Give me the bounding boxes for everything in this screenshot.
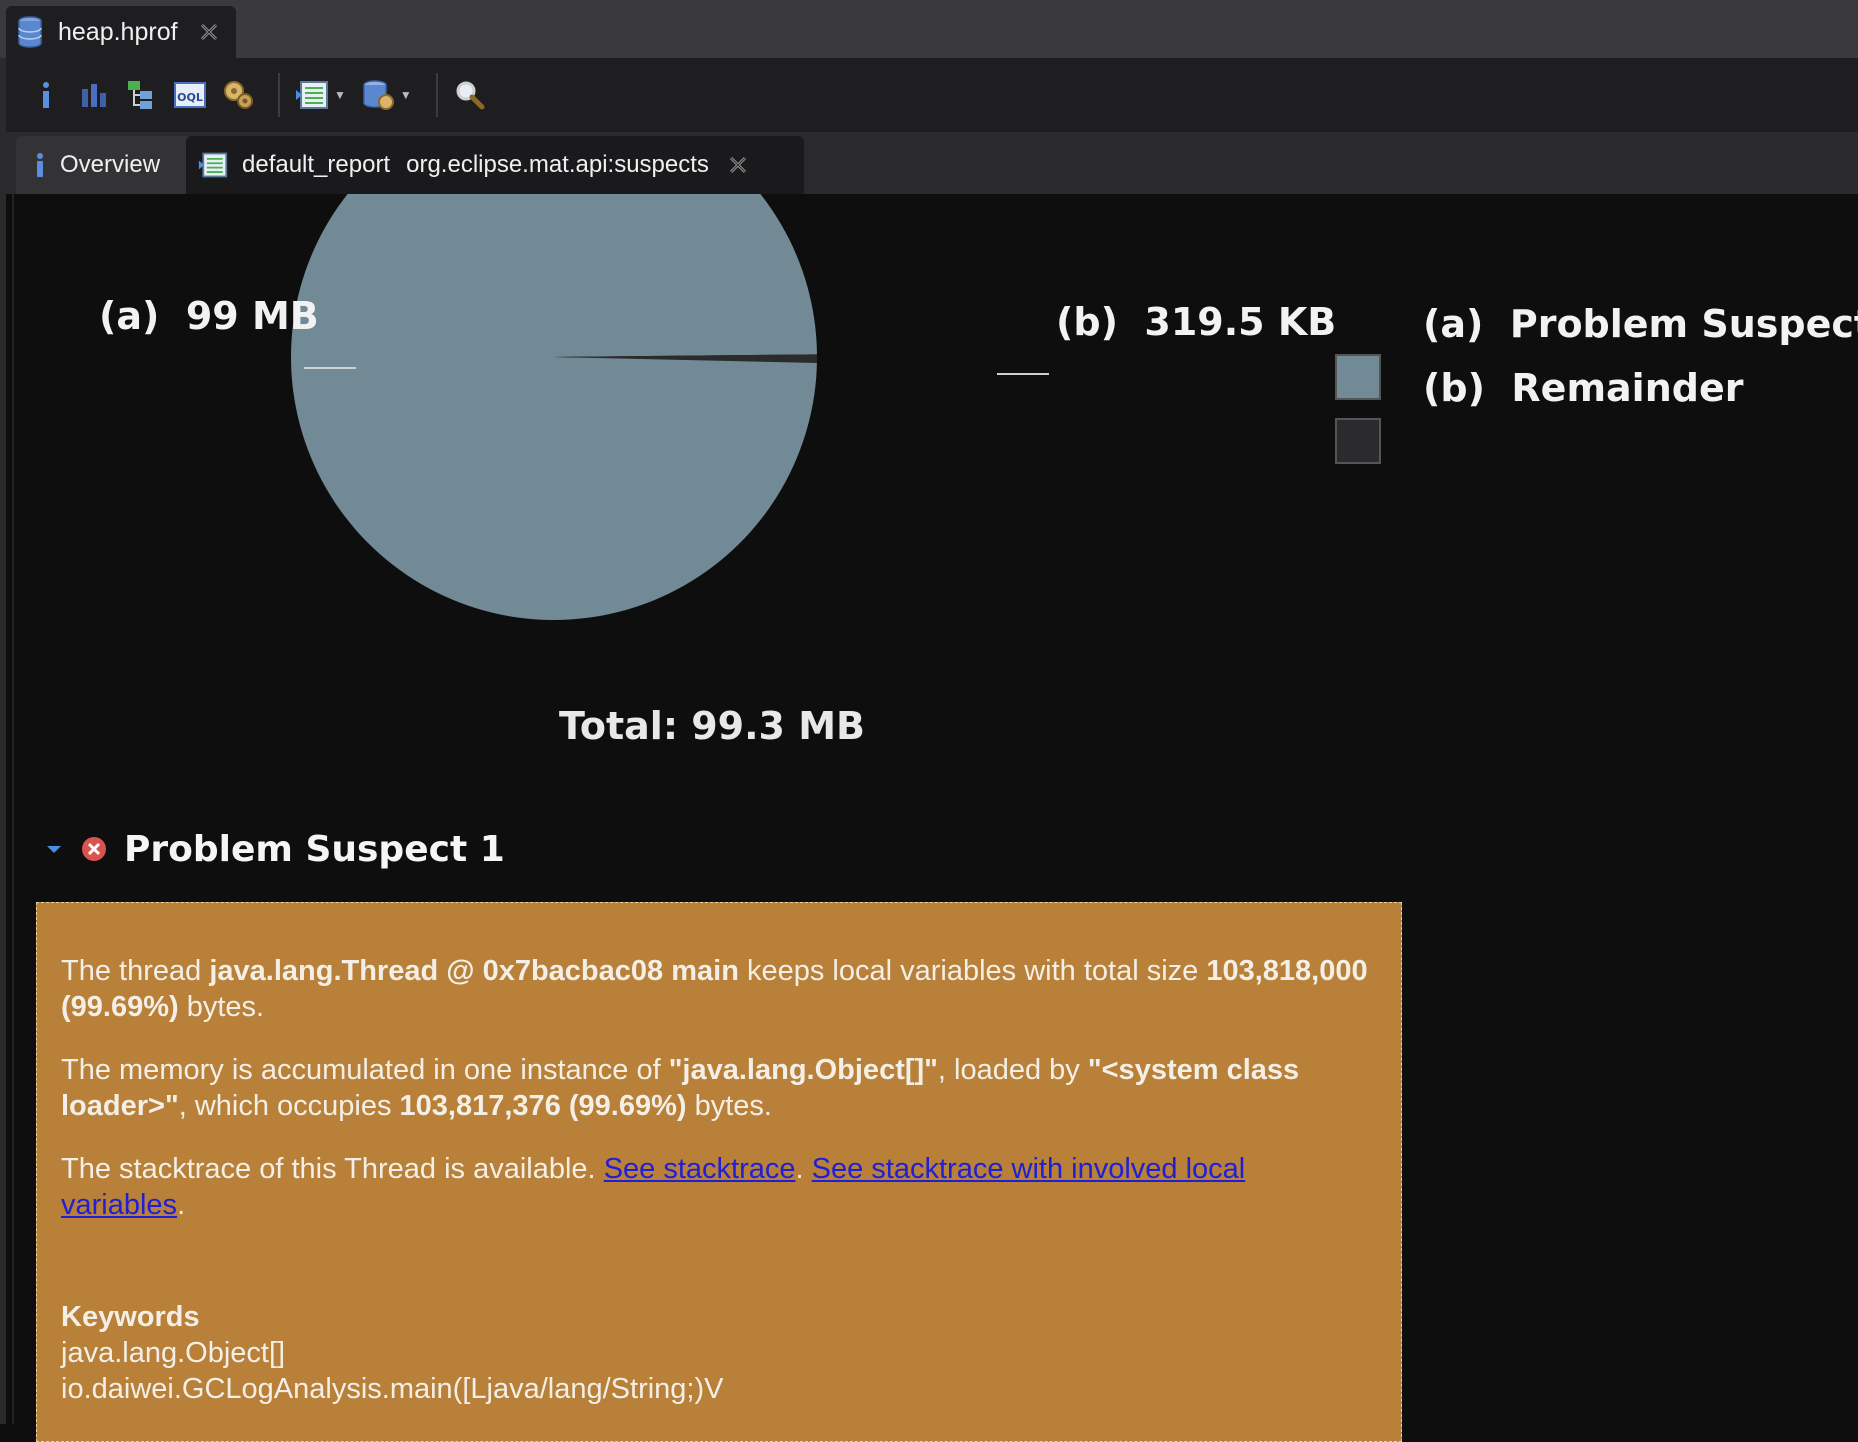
info-icon bbox=[37, 153, 43, 177]
toolbar-separator bbox=[278, 73, 280, 117]
legend-item-b: (b) Remainder bbox=[1423, 366, 1744, 410]
suspect-memory-paragraph: The memory is accumulated in one instanc… bbox=[61, 1054, 1300, 1122]
histogram-button[interactable] bbox=[74, 75, 114, 115]
toolbar-separator bbox=[435, 73, 438, 117]
keywords-section: Keywords java.lang.Object[] io.daiwei.GC… bbox=[61, 1299, 1377, 1407]
suspect-description: The thread java.lang.Thread @ 0x7bacbac0… bbox=[36, 902, 1402, 1442]
gears-icon bbox=[224, 81, 253, 109]
report-icon bbox=[296, 81, 328, 109]
dominator-tree-button[interactable] bbox=[122, 75, 162, 115]
report-icon bbox=[198, 152, 228, 178]
heap-dump-icon bbox=[18, 16, 42, 48]
legend-swatch-b bbox=[1335, 418, 1381, 464]
pie-chart-area: (a) 99 MB (b) 319.5 KB (a) Problem Suspe… bbox=[14, 194, 1858, 794]
suspect-stacktrace-paragraph: The stacktrace of this Thread is availab… bbox=[61, 1153, 1246, 1221]
dominator-tree-icon bbox=[128, 81, 152, 109]
query-dropdown-icon[interactable]: ▼ bbox=[400, 88, 412, 102]
keywords-title: Keywords bbox=[61, 1301, 200, 1333]
pie-total: Total: 99.3 MB bbox=[559, 704, 866, 748]
reports-button[interactable] bbox=[292, 75, 332, 115]
legend-item-a: (a) Problem Suspect 1 bbox=[1423, 302, 1858, 346]
tab-report-id: org.eclipse.mat.api:suspects bbox=[406, 151, 709, 178]
histogram-icon bbox=[82, 84, 106, 107]
toolbar: OQL ▼ ▼ bbox=[6, 58, 1858, 132]
pie-slice-a bbox=[291, 194, 817, 620]
query-browser-button[interactable] bbox=[358, 75, 398, 115]
editor-tab-heap[interactable]: heap.hprof bbox=[6, 6, 236, 58]
info-button[interactable] bbox=[26, 75, 66, 115]
keyword-item: java.lang.Object[] bbox=[61, 1337, 286, 1369]
search-button[interactable] bbox=[450, 75, 490, 115]
report-content: (a) 99 MB (b) 319.5 KB (a) Problem Suspe… bbox=[12, 194, 1858, 1442]
pie-label-b: (b) 319.5 KB bbox=[1056, 300, 1337, 344]
leader-line-b bbox=[997, 373, 1049, 375]
oql-button[interactable]: OQL bbox=[170, 75, 210, 115]
close-icon[interactable] bbox=[198, 21, 220, 43]
suspect-thread-paragraph: The thread java.lang.Thread @ 0x7bacbac0… bbox=[61, 955, 1368, 1023]
oql-icon: OQL bbox=[174, 82, 206, 108]
reports-dropdown-icon[interactable]: ▼ bbox=[334, 88, 346, 102]
svg-text:OQL: OQL bbox=[177, 91, 203, 104]
error-icon bbox=[82, 837, 106, 861]
tab-overview-label: Overview bbox=[60, 151, 161, 178]
leader-line-a bbox=[304, 367, 356, 369]
database-gear-icon bbox=[363, 80, 394, 110]
search-icon bbox=[456, 81, 485, 110]
suspect-title: Problem Suspect 1 bbox=[124, 828, 505, 870]
tab-report-name: default_report bbox=[242, 151, 391, 178]
chevron-down-icon[interactable] bbox=[44, 843, 64, 855]
legend-swatch-a bbox=[1335, 354, 1381, 400]
info-icon bbox=[43, 82, 49, 108]
pie-chart bbox=[291, 194, 817, 620]
close-icon[interactable] bbox=[727, 154, 749, 176]
tab-overview[interactable]: Overview bbox=[16, 136, 192, 194]
thread-overview-button[interactable] bbox=[218, 75, 258, 115]
report-tab-bar: Overview default_report org.eclipse.mat.… bbox=[6, 132, 1858, 194]
editor-tab-bar: heap.hprof bbox=[0, 0, 1858, 58]
suspect-header[interactable]: Problem Suspect 1 bbox=[44, 824, 505, 874]
see-stacktrace-link[interactable]: See stacktrace bbox=[604, 1153, 796, 1185]
keyword-item: io.daiwei.GCLogAnalysis.main([Ljava/lang… bbox=[61, 1373, 724, 1405]
editor-tab-label: heap.hprof bbox=[58, 17, 178, 46]
pie-label-a: (a) 99 MB bbox=[99, 294, 319, 338]
tab-default-report[interactable]: default_report org.eclipse.mat.api:suspe… bbox=[186, 136, 804, 194]
